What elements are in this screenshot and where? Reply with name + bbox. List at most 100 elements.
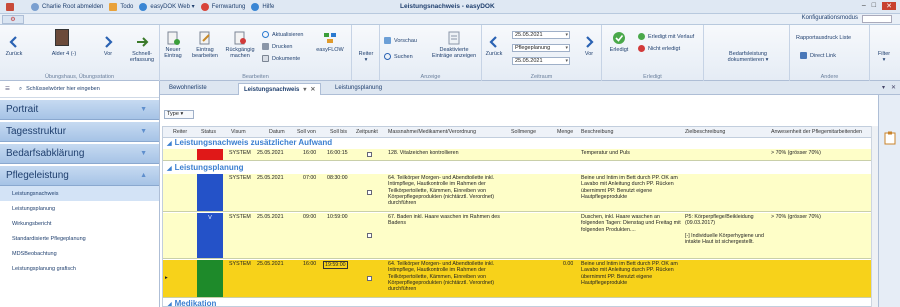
close-icon[interactable]: ✕ [891,84,896,91]
drucken-button[interactable]: Drucken [262,43,292,50]
minimize-icon[interactable]: – [862,2,866,10]
resident-forward-button[interactable]: Vor [100,35,116,57]
cell-menge: 0.00 [563,261,574,267]
filter-button[interactable]: Filter ▾ [872,51,896,63]
neuer-eintrag-button[interactable]: Neuer Eintrag [162,31,184,59]
zeitpunkt-checkbox[interactable] [367,152,372,157]
rapportausdruck-button[interactable]: Rapportausdruck Liste [796,35,851,41]
sidebar-item-standardisierte-pflegeplanung[interactable]: Standardisierte Pflegeplanung [0,231,159,246]
erledigt-verlauf-button[interactable]: Erledigt mit Verlauf [638,33,694,40]
menu-icon[interactable]: ☰ [5,86,13,92]
web-icon [139,2,148,11]
column-zeitpunkt[interactable]: Zeitpunkt [356,129,378,135]
column-massnahme[interactable]: Massnahme/Medikament/Verordnung [388,129,476,135]
zeitpunkt-checkbox[interactable] [367,276,372,281]
tab-bewohnerliste[interactable]: Bewohnerliste [164,83,212,95]
column-zielbeschreibung[interactable]: Zielbeschreibung [685,129,725,135]
dokumente-button[interactable]: Dokumente [262,55,300,62]
app-menu-button[interactable]: ⚙ [2,15,24,24]
easydok-web-button[interactable]: easyDOK Web ▾ [139,2,195,11]
type-filter-select[interactable]: Type ▾ [164,110,194,119]
group-leistungsplanung[interactable]: ◢ Leistungsplanung [163,163,877,173]
section-tagesstruktur[interactable]: Tagesstruktur ▼ [0,122,159,142]
keyword-search[interactable]: ☰ ⌕ Schlüsselwörter hier eingeben [0,81,159,98]
date-from-field[interactable]: 25.05.2021 ▾ [512,31,570,39]
quick-access-icon[interactable] [6,2,17,11]
close-icon[interactable]: ✕ [310,87,315,93]
sidebar-item-mdsbeobachtung[interactable]: MDSBeobachtung [0,246,159,261]
collapse-icon[interactable]: ◢ [167,302,172,306]
sidebar-item-leistungsnachweis[interactable]: Leistungsnachweis [0,186,159,201]
calendar-dropdown-icon[interactable]: ▾ [565,58,568,65]
clipboard-icon[interactable] [884,131,896,145]
section-bedarfsabklaerung[interactable]: Bedarfsabklärung ▼ [0,144,159,164]
sidebar-item-wirkungsbericht[interactable]: Wirkungsbericht [0,216,159,231]
reiter-button[interactable]: Reiter ▾ [354,51,378,63]
cell-anwesenheit: > 70% (grösser 70%) [771,150,821,156]
title-bar: Charlie Root abmelden Todo easyDOK Web ▾… [0,0,900,14]
maximize-icon[interactable]: □ [872,2,876,10]
collapse-icon[interactable]: ◢ [167,166,172,172]
resident-selector[interactable]: Alder 4 (-) [44,51,84,57]
nicht-erledigt-button[interactable]: Nicht erledigt [638,45,680,52]
table-row[interactable]: V SYSTEM 25.05.2021 09:00 10:59:00 67. B… [163,213,877,259]
column-anwesenheit[interactable]: Anwesenheit der Pflegemitarbeitenden [771,129,862,135]
grid-scrollbar[interactable] [871,126,878,307]
deaktivierte-button[interactable]: Deaktivierte Einträge anzeigen [426,31,482,59]
vorschau-button[interactable]: Vorschau [384,37,417,44]
table-row-selected[interactable]: ▸ SYSTEM 25.05.2021 16:00 19:59:00 64. T… [163,260,877,298]
erledigt-button[interactable]: Erledigt [604,31,634,53]
collapse-icon[interactable]: ◢ [167,141,172,147]
section-pflegeleistung[interactable]: Pflegeleistung ▲ [0,166,159,186]
zeitraum-back-button[interactable]: Zurück [485,35,503,57]
column-visum[interactable]: Visum [231,129,246,135]
column-soll-von[interactable]: Soll von [297,129,316,135]
tab-leistungsplanung[interactable]: Leistungsplanung [330,83,387,95]
tab-leistungsnachweis[interactable]: Leistungsnachweis ▾ ✕ [238,83,322,95]
table-row[interactable]: SYSTEM 25.05.2021 07:00 08:30:00 64. Tei… [163,174,877,212]
column-beschreibung[interactable]: Beschreibung [581,129,613,135]
ribbon-tab-bar: ⚙ Konfigurationsmodus [0,14,900,25]
column-reiter[interactable]: Reiter [173,129,187,135]
eintrag-bearbeiten-button[interactable]: Eintrag bearbeiten [190,31,220,59]
plan-select[interactable]: Pflegeplanung ▾ [512,44,570,52]
fernwartung-button[interactable]: Fernwartung [200,2,245,11]
konfigurationsmodus-toggle[interactable] [862,15,892,23]
column-datum[interactable]: Datum [269,129,285,135]
rueckgaengig-button[interactable]: Rückgängig machen [224,31,256,59]
zeitpunkt-checkbox[interactable] [367,190,372,195]
sidebar-item-leistungsplanung[interactable]: Leistungsplanung [0,201,159,216]
direct-link-button[interactable]: Direct Link [800,52,836,59]
table-row[interactable]: SYSTEM 25.05.2021 16:00 16:00:15 128. Vi… [163,149,877,161]
sidebar-item-leistungsplanung-grafisch[interactable]: Leistungsplanung grafisch [0,261,159,276]
logout-button[interactable]: Charlie Root abmelden [31,2,103,11]
schnellerfassung-button[interactable]: Schnell- erfassung [126,35,158,63]
column-menge[interactable]: Menge [557,129,573,135]
group-zusaetzlicher-aufwand[interactable]: ◢ Leistungsnachweis zusätzlicher Aufwand [163,138,877,148]
column-status[interactable]: Status [201,129,216,135]
hilfe-label: Hilfe [262,3,275,10]
group-medikation[interactable]: ◢ Medikation [163,299,877,306]
cell-soll-bis[interactable]: 19:59:00 [323,261,348,270]
section-portrait[interactable]: Portrait ▼ [0,100,159,120]
aktualisieren-button[interactable]: Aktualisieren [262,31,304,38]
date-to-field[interactable]: 25.05.2021 ▾ [512,57,570,65]
chevron-down-icon: ▼ [140,150,147,157]
grid-header: Reiter Status Visum Datum Soll von Soll … [163,127,877,138]
resident-back-button[interactable]: Zurück [4,35,24,57]
easyflow-button[interactable]: easyFLOW [312,31,348,53]
hilfe-button[interactable]: Hilfe [251,2,275,11]
bedarfsleistung-button[interactable]: Bedarfsleistung dokumentieren ▾ [708,51,788,63]
suchen-button[interactable]: Suchen [384,53,413,60]
column-sollmenge[interactable]: Sollmenge [511,129,536,135]
column-soll-bis[interactable]: Soll bis [330,129,347,135]
zeitpunkt-checkbox[interactable] [367,233,372,238]
pin-icon[interactable]: ▾ [303,87,306,93]
chevron-down-icon: ▼ [140,128,147,135]
close-icon[interactable]: ✕ [882,2,896,10]
todo-button[interactable]: Todo [109,2,133,11]
tab-list-icon[interactable]: ▾ [882,84,885,91]
zeitraum-forward-button[interactable]: Vor [580,35,598,57]
calendar-dropdown-icon[interactable]: ▾ [565,32,568,39]
chevron-down-icon[interactable]: ▾ [565,45,568,52]
